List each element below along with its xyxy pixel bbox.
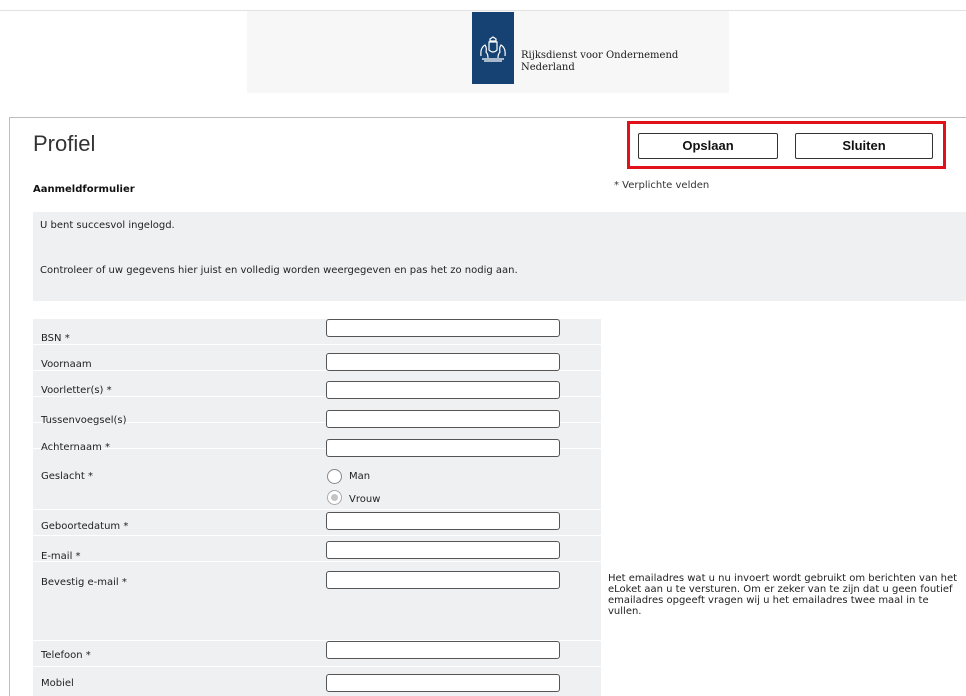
first-name-label: Voornaam [41,359,92,370]
email-input[interactable] [326,541,560,559]
row-divider [33,561,601,562]
organisation-name: Rijksdienst voor Ondernemend Nederland [521,50,678,74]
form-heading: Aanmeldformulier [33,184,135,195]
row-divider [33,509,601,510]
gender-radio-man[interactable] [327,469,342,484]
birthdate-input[interactable] [326,512,560,530]
rijksoverheid-logo [472,12,514,84]
phone-label: Telefoon * [41,650,91,661]
gender-radio-vrouw[interactable] [327,490,342,505]
coat-of-arms-icon [480,36,506,62]
gender-option-vrouw: Vrouw [349,494,381,505]
phone-input[interactable] [326,641,560,659]
prefix-label: Tussenvoegsel(s) [41,415,127,426]
verify-details-message: Controleer of uw gegevens hier juist en … [40,265,518,276]
confirm-email-label: Bevestig e-mail * [41,577,127,588]
save-button[interactable]: Opslaan [638,133,778,159]
last-name-label: Achternaam * [41,442,111,453]
organisation-name-line2: Nederland [521,62,575,73]
login-success-message: U bent succesvol ingelogd. [40,220,175,231]
bsn-label: BSN * [41,333,70,344]
gender-label: Geslacht * [41,471,93,482]
page-title: Profiel [33,131,96,156]
birthdate-label: Geboortedatum * [41,521,129,532]
required-fields-note: * Verplichte velden [614,180,710,191]
first-name-input[interactable] [326,353,560,371]
prefix-input[interactable] [326,410,560,428]
initials-input[interactable] [326,381,560,399]
login-info-box: U bent succesvol ingelogd. Controleer of… [33,212,966,301]
row-divider [33,666,601,667]
row-divider [33,344,601,345]
gender-option-man: Man [349,471,371,482]
mobile-label: Mobiel [41,678,74,689]
initials-label: Voorletter(s) * [41,385,112,396]
email-label: E-mail * [41,551,81,562]
last-name-input[interactable] [326,439,560,457]
confirm-email-input[interactable] [326,571,560,589]
organisation-name-line1: Rijksdienst voor Ondernemend [521,50,679,61]
row-divider [33,535,601,536]
bsn-input[interactable] [326,319,560,337]
close-button[interactable]: Sluiten [795,133,933,159]
registration-form: BSN * Voornaam Voorletter(s) * Tussenvoe… [33,319,601,696]
mobile-input[interactable] [326,674,560,692]
confirm-email-help-text: Het emailadres wat u nu invoert wordt ge… [608,573,958,617]
